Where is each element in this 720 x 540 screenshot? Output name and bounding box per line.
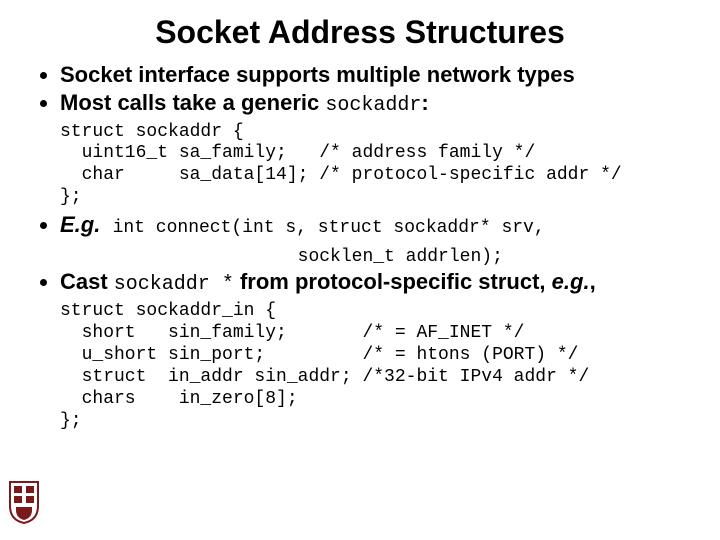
bullet-list: Socket interface supports multiple netwo… [32,61,688,433]
bullet-2-suffix: : [421,90,428,115]
eg-label: E.g. [60,212,100,237]
bullet-2-prefix: Most calls take a generic [60,90,325,115]
bullet-4-mid: from protocol-specific struct, [234,269,552,294]
bullet-2-code: sockaddr [325,94,421,117]
bullet-4-prefix: Cast [60,269,114,294]
code-block-sockaddr-in: struct sockaddr_in { short sin_family; /… [60,301,688,433]
bullet-4: Cast sockaddr * from protocol-specific s… [60,268,688,433]
bullet-1-text: Socket interface supports multiple netwo… [60,62,575,87]
university-crest-icon [8,480,40,524]
slide-title: Socket Address Structures [32,14,688,51]
bullet-3: E.g. int connect(int s, struct sockaddr*… [60,211,688,268]
slide: Socket Address Structures Socket interfa… [0,0,720,540]
bullet-4-eg: e.g. [552,269,590,294]
bullet-4-comma: , [590,269,596,294]
bullet-4-code: sockaddr * [114,273,234,296]
eg-code: int connect(int s, struct sockaddr* srv,… [60,218,545,267]
bullet-1: Socket interface supports multiple netwo… [60,61,688,89]
code-block-sockaddr: struct sockaddr { uint16_t sa_family; /*… [60,122,688,210]
bullet-2: Most calls take a generic sockaddr: stru… [60,89,688,210]
